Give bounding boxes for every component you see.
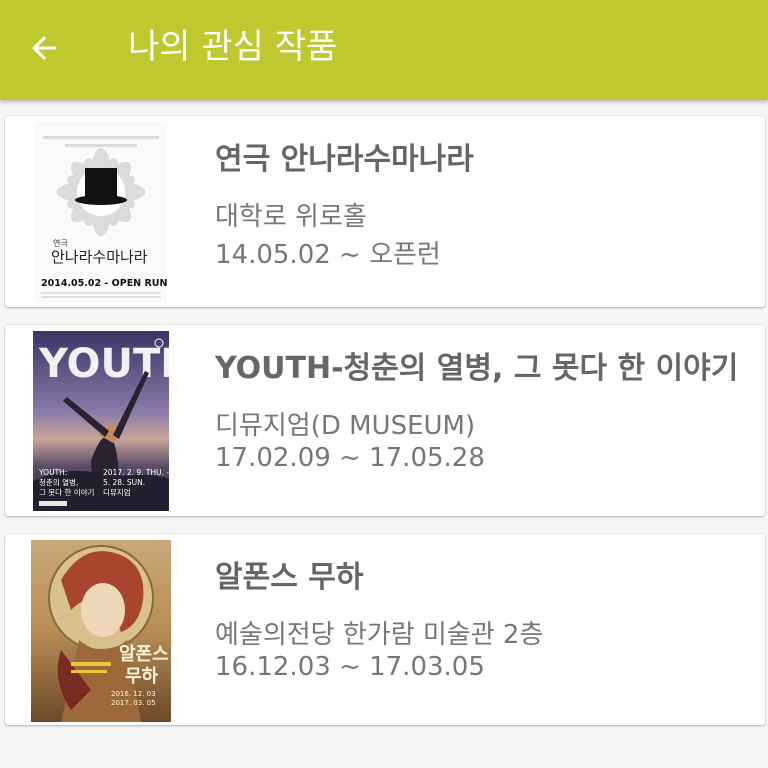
back-button[interactable] [20, 24, 68, 72]
svg-text:알폰스: 알폰스 [119, 644, 169, 665]
svg-text:2017. 03. 05: 2017. 03. 05 [111, 699, 156, 707]
item-dates: 17.02.09 ~ 17.05.28 [215, 443, 485, 473]
item-dates: 14.05.02 ~ 오픈런 [215, 240, 441, 270]
svg-text:그 못다 한 이야기: 그 못다 한 이야기 [39, 487, 94, 497]
poster-kicker: 연극 [53, 239, 68, 248]
poster-image: 연극 안나라수마나라 2014.05.02 - OPEN RUN [35, 122, 167, 302]
item-venue: 예술의전당 한가람 미술관 2층 [215, 620, 544, 650]
poster-headline: YOUTH [38, 341, 169, 387]
svg-text:무하: 무하 [125, 666, 159, 687]
item-title: 알폰스 무하 [215, 560, 364, 595]
list-item-annarasumanara[interactable]: 연극 안나라수마나라 2014.05.02 - OPEN RUN 연극 안나라수… [5, 116, 765, 307]
svg-text:5. 28. SUN.: 5. 28. SUN. [103, 478, 145, 487]
svg-text:디뮤지엄: 디뮤지엄 [103, 488, 131, 497]
svg-text:2017. 2. 9. THU. —: 2017. 2. 9. THU. — [103, 468, 169, 477]
poster-image: 알폰스 무하 2016. 12. 03 2017. 03. 05 [31, 540, 171, 722]
svg-text:YOUTH:: YOUTH: [38, 468, 67, 477]
svg-text:청춘의 열병,: 청춘의 열병, [39, 477, 78, 487]
poster-title: 안나라수마나라 [51, 248, 148, 266]
poster-image: YOUTH YOUTH: 청춘의 열병, 그 못다 한 이야기 2017. 2.… [33, 331, 169, 511]
app-bar: 나의 관심 작품 [0, 0, 768, 100]
item-dates: 16.12.03 ~ 17.03.05 [215, 652, 485, 682]
item-venue: 디뮤지엄(D MUSEUM) [215, 411, 476, 441]
item-venue: 대학로 위로홀 [215, 202, 367, 232]
arrow-left-icon [32, 36, 56, 60]
item-title: YOUTH-청춘의 열병, 그 못다 한 이야기 [215, 351, 739, 386]
page-title: 나의 관심 작품 [128, 27, 338, 67]
list-item-mucha[interactable]: 알폰스 무하 2016. 12. 03 2017. 03. 05 알폰스 무하 … [5, 534, 765, 725]
svg-text:2016. 12. 03: 2016. 12. 03 [111, 690, 156, 698]
item-title: 연극 안나라수마나라 [215, 142, 474, 177]
poster-caption: 2014.05.02 - OPEN RUN [41, 278, 167, 289]
list-item-youth[interactable]: YOUTH YOUTH: 청춘의 열병, 그 못다 한 이야기 2017. 2.… [5, 325, 765, 516]
